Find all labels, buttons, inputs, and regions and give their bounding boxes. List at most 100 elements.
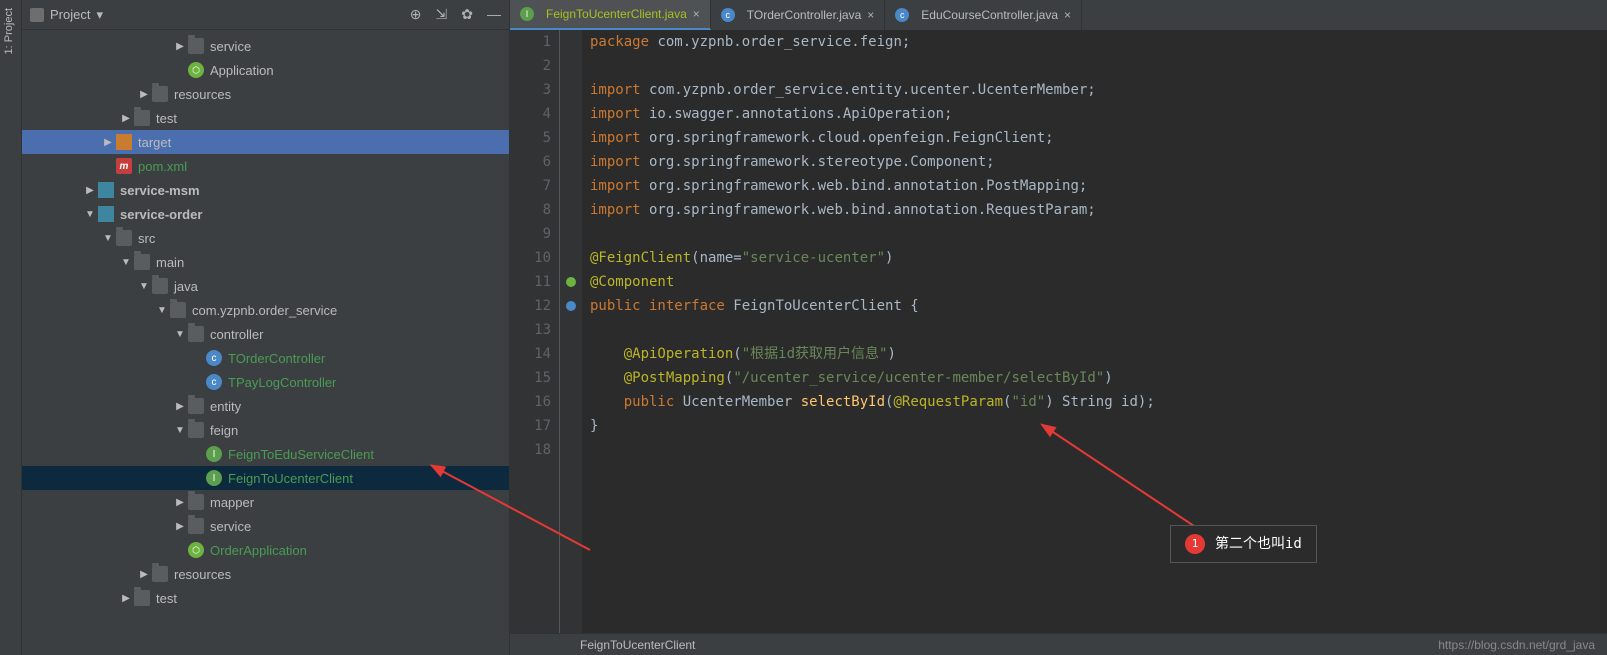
callout-text: 第二个也叫id xyxy=(1215,532,1302,556)
panel-dropdown-icon[interactable]: ▾ xyxy=(96,7,103,23)
line-number: 1 xyxy=(510,30,551,54)
line-number: 11 xyxy=(510,270,551,294)
code-content[interactable]: package com.yzpnb.order_service.feign; i… xyxy=(582,30,1607,633)
project-tree[interactable]: ▶service▶⬡Application▶resources▶test▶tar… xyxy=(22,30,509,655)
tree-item-src[interactable]: ▼src xyxy=(22,226,509,250)
project-panel: Project ▾ ⊕ ⇲ ✿ — ▶service▶⬡Application▶… xyxy=(22,0,510,655)
i-icon: I xyxy=(206,446,222,462)
hide-icon[interactable]: — xyxy=(487,6,501,23)
locate-icon[interactable]: ⊕ xyxy=(410,6,422,23)
close-icon[interactable]: × xyxy=(1064,8,1071,22)
tree-item-application[interactable]: ▶⬡Application xyxy=(22,58,509,82)
tree-item-test[interactable]: ▶test xyxy=(22,106,509,130)
code-line[interactable]: import com.yzpnb.order_service.entity.uc… xyxy=(590,78,1607,102)
tree-arrow-icon[interactable]: ▼ xyxy=(136,281,152,292)
tree-item-feigntoucenterclient[interactable]: ▶IFeignToUcenterClient xyxy=(22,466,509,490)
tree-arrow-icon[interactable]: ▼ xyxy=(154,305,170,316)
tree-arrow-icon[interactable]: ▶ xyxy=(172,497,188,508)
tree-item-com-yzpnb-order_service[interactable]: ▼com.yzpnb.order_service xyxy=(22,298,509,322)
code-line[interactable]: } xyxy=(590,414,1607,438)
line-number: 9 xyxy=(510,222,551,246)
tree-item-service-order[interactable]: ▼ service-order xyxy=(22,202,509,226)
code-line[interactable] xyxy=(590,438,1607,462)
tab-educoursecontroller-java[interactable]: cEduCourseController.java× xyxy=(885,0,1082,30)
tree-item-controller[interactable]: ▼controller xyxy=(22,322,509,346)
tree-label: FeignToEduServiceClient xyxy=(228,447,374,462)
tree-arrow-icon[interactable]: ▶ xyxy=(172,41,188,52)
spring-icon: ⬡ xyxy=(188,542,204,558)
code-line[interactable] xyxy=(590,54,1607,78)
folder-icon xyxy=(188,422,204,438)
line-number: 7 xyxy=(510,174,551,198)
code-line[interactable]: import org.springframework.web.bind.anno… xyxy=(590,174,1607,198)
code-line[interactable]: @FeignClient(name="service-ucenter") xyxy=(590,246,1607,270)
tree-arrow-icon[interactable]: ▼ xyxy=(82,209,98,220)
code-line[interactable]: import org.springframework.web.bind.anno… xyxy=(590,198,1607,222)
tab-feigntoucenterclient-java[interactable]: IFeignToUcenterClient.java× xyxy=(510,0,711,30)
line-number: 8 xyxy=(510,198,551,222)
code-editor[interactable]: 123456789101112131415161718 package com.… xyxy=(510,30,1607,633)
collapse-icon[interactable]: ⇲ xyxy=(436,6,448,23)
i-icon: I xyxy=(520,7,534,21)
tree-arrow-icon[interactable]: ▶ xyxy=(172,521,188,532)
tree-arrow-icon[interactable]: ▼ xyxy=(118,257,134,268)
tree-item-service-msm[interactable]: ▶service-msm xyxy=(22,178,509,202)
code-line[interactable] xyxy=(590,222,1607,246)
tree-item-entity[interactable]: ▶entity xyxy=(22,394,509,418)
tree-arrow-icon[interactable]: ▶ xyxy=(118,593,134,604)
tree-item-tpaylogcontroller[interactable]: ▶cTPayLogController xyxy=(22,370,509,394)
spring-icon: ⬡ xyxy=(188,62,204,78)
tree-arrow-icon[interactable]: ▼ xyxy=(100,233,116,244)
tree-label: service xyxy=(210,519,251,534)
tree-item-mapper[interactable]: ▶mapper xyxy=(22,490,509,514)
tree-arrow-icon[interactable]: ▶ xyxy=(136,89,152,100)
tree-label: service-order xyxy=(120,207,202,222)
tree-item-test[interactable]: ▶test xyxy=(22,586,509,610)
tree-item-feign[interactable]: ▼feign xyxy=(22,418,509,442)
project-tool-tab[interactable]: 1: Project xyxy=(0,0,22,655)
tree-item-service[interactable]: ▶service xyxy=(22,34,509,58)
code-line[interactable]: public UcenterMember selectById(@Request… xyxy=(590,390,1607,414)
tree-item-resources[interactable]: ▶resources xyxy=(22,82,509,106)
c-icon: c xyxy=(206,350,222,366)
tree-arrow-icon[interactable]: ▶ xyxy=(118,113,134,124)
tree-item-resources[interactable]: ▶resources xyxy=(22,562,509,586)
gear-icon[interactable]: ✿ xyxy=(461,6,473,23)
tree-item-pom-xml[interactable]: ▶mpom.xml xyxy=(22,154,509,178)
tree-arrow-icon[interactable]: ▶ xyxy=(172,401,188,412)
tree-item-feigntoeduserviceclient[interactable]: ▶IFeignToEduServiceClient xyxy=(22,442,509,466)
code-line[interactable]: package com.yzpnb.order_service.feign; xyxy=(590,30,1607,54)
tab-label: TOrderController.java xyxy=(747,8,862,22)
code-line[interactable]: @Component xyxy=(590,270,1607,294)
code-line[interactable]: public interface FeignToUcenterClient { xyxy=(590,294,1607,318)
line-number: 16 xyxy=(510,390,551,414)
impl-gutter-icon[interactable] xyxy=(560,294,582,318)
tree-arrow-icon[interactable]: ▼ xyxy=(172,329,188,340)
tree-item-tordercontroller[interactable]: ▶cTOrderController xyxy=(22,346,509,370)
folder-blue-icon xyxy=(98,206,114,222)
folder-icon xyxy=(188,518,204,534)
code-line[interactable]: import org.springframework.cloud.openfei… xyxy=(590,126,1607,150)
tree-label: java xyxy=(174,279,198,294)
close-icon[interactable]: × xyxy=(867,8,874,22)
code-line[interactable]: @ApiOperation("根据id获取用户信息") xyxy=(590,342,1607,366)
tree-arrow-icon[interactable]: ▼ xyxy=(172,425,188,436)
tab-tordercontroller-java[interactable]: cTOrderController.java× xyxy=(711,0,886,30)
close-icon[interactable]: × xyxy=(693,7,700,21)
spring-gutter-icon[interactable] xyxy=(560,270,582,294)
code-line[interactable]: import org.springframework.stereotype.Co… xyxy=(590,150,1607,174)
code-line[interactable]: import io.swagger.annotations.ApiOperati… xyxy=(590,102,1607,126)
tree-arrow-icon[interactable]: ▶ xyxy=(100,137,116,148)
tree-arrow-icon[interactable]: ▶ xyxy=(82,185,98,196)
breadcrumb[interactable]: FeignToUcenterClient xyxy=(580,638,695,652)
tree-item-java[interactable]: ▼ java xyxy=(22,274,509,298)
tree-item-service[interactable]: ▶ service xyxy=(22,514,509,538)
tree-arrow-icon[interactable]: ▶ xyxy=(136,569,152,580)
code-line[interactable] xyxy=(590,318,1607,342)
code-line[interactable]: @PostMapping("/ucenter_service/ucenter-m… xyxy=(590,366,1607,390)
tree-item-orderapplication[interactable]: ▶⬡OrderApplication xyxy=(22,538,509,562)
line-number: 5 xyxy=(510,126,551,150)
gutter-blank xyxy=(560,414,582,438)
tree-item-target[interactable]: ▶target xyxy=(22,130,509,154)
tree-item-main[interactable]: ▼main xyxy=(22,250,509,274)
